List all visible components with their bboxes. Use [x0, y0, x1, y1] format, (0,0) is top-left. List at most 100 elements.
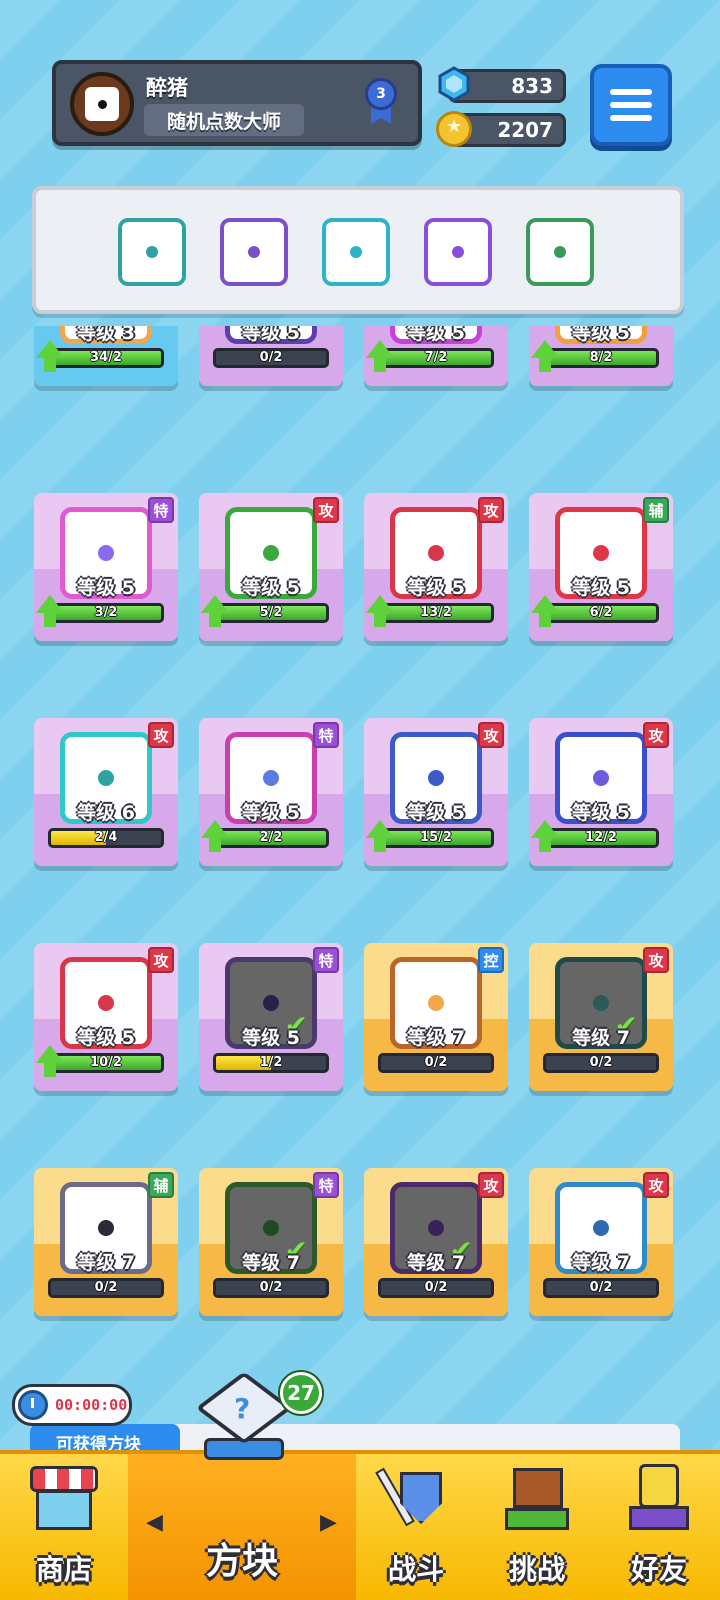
nav-friends[interactable]: 好友 [598, 1454, 720, 1600]
challenge-icon [499, 1460, 575, 1536]
upgrade-progress-text: 0/2 [259, 350, 283, 365]
dice-card[interactable]: ✔ 攻等级 7 0/2 [364, 1168, 508, 1316]
upgrade-arrow-icon [531, 340, 559, 374]
dice-level: 等级 7 [242, 1252, 300, 1274]
upgrade-progress-text: 0/2 [589, 1055, 613, 1070]
dice-level: 等级 7 [572, 1027, 630, 1049]
nav-cubes-label: 方块 [205, 1541, 278, 1582]
upgrade-progress-bar: 1/2 [213, 1053, 329, 1073]
avatar[interactable] [70, 72, 134, 136]
upgrade-progress-bar: 0/2 [378, 1053, 494, 1073]
profile-panel[interactable]: 醉猪 随机点数大师 3 [52, 60, 422, 146]
upgrade-progress-bar: 2/4 [48, 828, 164, 848]
upgrade-progress-bar: 7/2 [378, 348, 494, 368]
dice-type-tag: 攻 [148, 722, 174, 748]
dice-level: 等级 5 [242, 326, 300, 344]
deck-slot-die[interactable] [220, 218, 288, 286]
dice-avatar-icon [85, 87, 119, 121]
deck-slot-die[interactable] [424, 218, 492, 286]
nav-challenge-label: 挑战 [508, 1553, 565, 1586]
upgrade-progress-text: 0/2 [589, 1280, 613, 1295]
upgrade-progress-text: 2/2 [259, 830, 283, 845]
rank-badge[interactable]: 3 [361, 78, 401, 126]
upgrade-arrow-icon [36, 340, 64, 374]
upgrade-progress-text: 8/2 [589, 350, 613, 365]
menu-icon [610, 89, 652, 95]
dice-level: 等级 7 [572, 1252, 630, 1274]
player-title: 随机点数大师 [144, 104, 304, 136]
dice-type-tag: 辅 [643, 497, 669, 523]
dice-card[interactable]: ✔ 攻等级 7 0/2 [529, 943, 673, 1091]
menu-button[interactable] [590, 64, 672, 146]
deck-slot-die[interactable] [322, 218, 390, 286]
dice-type-tag: 辅 [148, 1172, 174, 1198]
upgrade-progress-bar: 0/2 [48, 1278, 164, 1298]
dice-type-tag: 攻 [313, 497, 339, 523]
dice-card[interactable]: 等级 5 0/2 [199, 326, 343, 386]
upgrade-arrow-icon [366, 340, 394, 374]
upgrade-progress-bar: 10/2 [48, 1053, 164, 1073]
dice-card[interactable]: 攻等级 5 12/2 [529, 718, 673, 866]
upgrade-progress-bar: 13/2 [378, 603, 494, 623]
upgrade-progress-text: 5/2 [259, 605, 283, 620]
nav-friends-label: 好友 [630, 1553, 687, 1586]
upgrade-progress-bar: 0/2 [378, 1278, 494, 1298]
dice-collection-grid[interactable]: 等级 3 34/2 等级 5 0/2 等级 5 7/2 等级 5 8/2 特等级 5 3/2 攻等级… [0, 326, 720, 1450]
dice-card[interactable]: 攻等级 6 2/4 [34, 718, 178, 866]
upgrade-progress-bar: 3/2 [48, 603, 164, 623]
nav-battle[interactable]: 战斗 [356, 1454, 476, 1600]
dice-type-tag: 攻 [148, 947, 174, 973]
upgrade-arrow-icon [366, 595, 394, 629]
upgrade-progress-bar: 5/2 [213, 603, 329, 623]
upgrade-arrow-icon [531, 820, 559, 854]
dice-card[interactable]: 控等级 7 0/2 [364, 943, 508, 1091]
equipped-deck [32, 186, 684, 314]
dice-type-tag: 攻 [643, 1172, 669, 1198]
battle-icon [375, 1460, 454, 1536]
nav-shop[interactable]: 商店 [0, 1454, 128, 1600]
upgrade-arrow-icon [531, 595, 559, 629]
upgrade-progress-bar: 0/2 [543, 1053, 659, 1073]
upgrade-progress-bar: 12/2 [543, 828, 659, 848]
upgrade-progress-bar: 0/2 [543, 1278, 659, 1298]
upgrade-progress-text: 6/2 [589, 605, 613, 620]
dice-card[interactable]: 攻等级 5 5/2 [199, 493, 343, 641]
dice-card[interactable]: 等级 5 8/2 [529, 326, 673, 386]
rank-medal-icon: 3 [365, 78, 397, 110]
upgrade-arrow-icon [36, 1045, 64, 1079]
dice-card[interactable]: 攻等级 5 15/2 [364, 718, 508, 866]
dice-card[interactable]: 等级 3 34/2 [34, 326, 178, 386]
dice-card[interactable]: 攻等级 5 10/2 [34, 943, 178, 1091]
dice-card[interactable]: ✔ 特等级 7 0/2 [199, 1168, 343, 1316]
dice-card[interactable]: 等级 5 7/2 [364, 326, 508, 386]
upgrade-progress-bar: 0/2 [213, 348, 329, 368]
upgrade-arrow-icon [36, 595, 64, 629]
dice-card[interactable]: 特等级 5 3/2 [34, 493, 178, 641]
upgrade-arrow-icon [366, 820, 394, 854]
upgrade-progress-text: 1/2 [259, 1055, 283, 1070]
nav-challenge[interactable]: 挑战 [476, 1454, 598, 1600]
upgrade-progress-text: 3/2 [94, 605, 118, 620]
dice-level: 等级 7 [407, 1027, 465, 1049]
dice-type-tag: 特 [313, 1172, 339, 1198]
dice-type-tag: 控 [478, 947, 504, 973]
dice-type-tag: 攻 [643, 947, 669, 973]
dice-card[interactable]: 攻等级 7 0/2 [529, 1168, 673, 1316]
cube-count-badge: 27 [280, 1372, 322, 1414]
upgrade-progress-text: 15/2 [420, 830, 452, 845]
deck-slot-die[interactable] [118, 218, 186, 286]
nav-next-arrow-icon[interactable]: ▶ [320, 1510, 337, 1535]
dice-card[interactable]: 辅等级 7 0/2 [34, 1168, 178, 1316]
deck-slot-die[interactable] [526, 218, 594, 286]
mystery-cube-icon[interactable]: ? [195, 1368, 293, 1464]
dice-card[interactable]: 辅等级 5 6/2 [529, 493, 673, 641]
upgrade-progress-bar: 6/2 [543, 603, 659, 623]
nav-prev-arrow-icon[interactable]: ◀ [146, 1510, 163, 1535]
upgrade-progress-text: 7/2 [424, 350, 448, 365]
upgrade-progress-bar: 15/2 [378, 828, 494, 848]
upgrade-progress-bar: 8/2 [543, 348, 659, 368]
dice-card[interactable]: 特等级 5 2/2 [199, 718, 343, 866]
dice-card[interactable]: ✔ 特等级 5 1/2 [199, 943, 343, 1091]
dice-card[interactable]: 攻等级 5 13/2 [364, 493, 508, 641]
dice-level: 等级 5 [242, 1027, 300, 1049]
